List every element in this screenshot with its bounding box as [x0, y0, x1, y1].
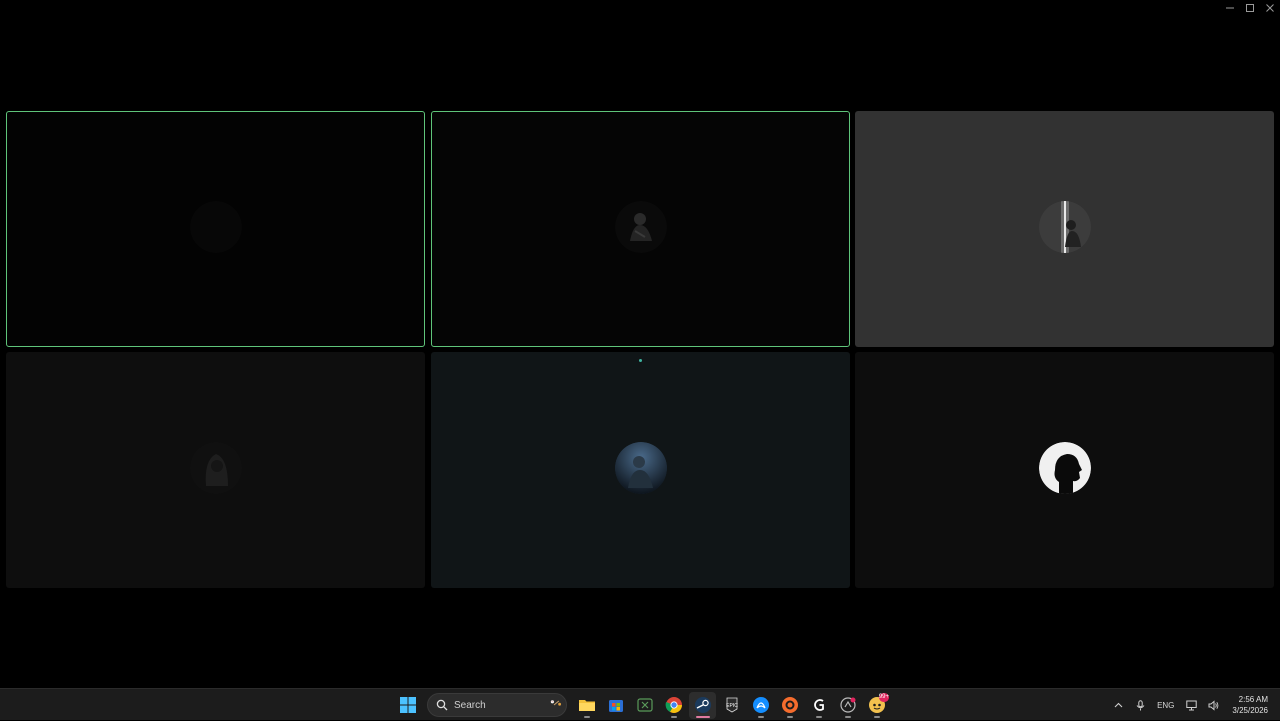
chevron-up-icon[interactable] [1107, 689, 1129, 721]
search-label: Search [454, 699, 486, 711]
participant-tile[interactable] [855, 352, 1274, 588]
search-box[interactable]: Search [427, 693, 567, 717]
clock-time: 2:56 AM [1238, 695, 1268, 704]
participant-tile[interactable] [431, 352, 850, 588]
svg-text:EPIC: EPIC [726, 703, 738, 709]
search-icon [436, 699, 448, 711]
participant-grid [0, 0, 1280, 720]
battlenet-icon[interactable] [747, 692, 774, 719]
status-dot [639, 359, 642, 362]
steam-icon[interactable] [689, 691, 716, 719]
microphone-icon[interactable] [1129, 689, 1151, 721]
overwolf-icon[interactable] [834, 692, 861, 719]
clock-date: 3/25/2026 [1232, 706, 1268, 715]
taskbar: Search EPIC 99+ ENG 2:56 AM 3/25/2026 [0, 688, 1280, 720]
origin-icon[interactable] [776, 692, 803, 719]
notification-badge: 99+ [878, 692, 889, 702]
spotlight-figure-avatar [1038, 201, 1091, 253]
system-tray: ENG 2:56 AM 3/25/2026 [1107, 689, 1280, 721]
silhouette-profile-avatar [1038, 442, 1091, 494]
start-icon[interactable] [394, 692, 421, 719]
participant-tile[interactable] [6, 111, 425, 347]
blue-warrior-avatar [614, 442, 667, 494]
network-icon[interactable] [1180, 689, 1202, 721]
clock[interactable]: 2:56 AM 3/25/2026 [1224, 694, 1280, 716]
participant-tile[interactable] [431, 111, 850, 347]
taskbar-apps: Search EPIC 99+ [394, 689, 890, 721]
epic-games-icon[interactable]: EPIC [718, 692, 745, 719]
file-explorer-icon[interactable] [573, 692, 600, 719]
search-highlight-icon [550, 700, 561, 706]
knight-avatar [614, 201, 667, 253]
logitech-ghub-icon[interactable] [805, 692, 832, 719]
dark-avatar [189, 201, 242, 253]
language-indicator[interactable]: ENG [1151, 701, 1180, 710]
hooded-figure-avatar [189, 442, 242, 494]
participant-tile[interactable] [6, 352, 425, 588]
participant-tile[interactable] [855, 111, 1274, 347]
xbox-icon[interactable] [631, 692, 658, 719]
discord-icon[interactable]: 99+ [863, 692, 890, 719]
microsoft-store-icon[interactable] [602, 692, 629, 719]
volume-icon[interactable] [1202, 689, 1224, 721]
chrome-icon[interactable] [660, 692, 687, 719]
